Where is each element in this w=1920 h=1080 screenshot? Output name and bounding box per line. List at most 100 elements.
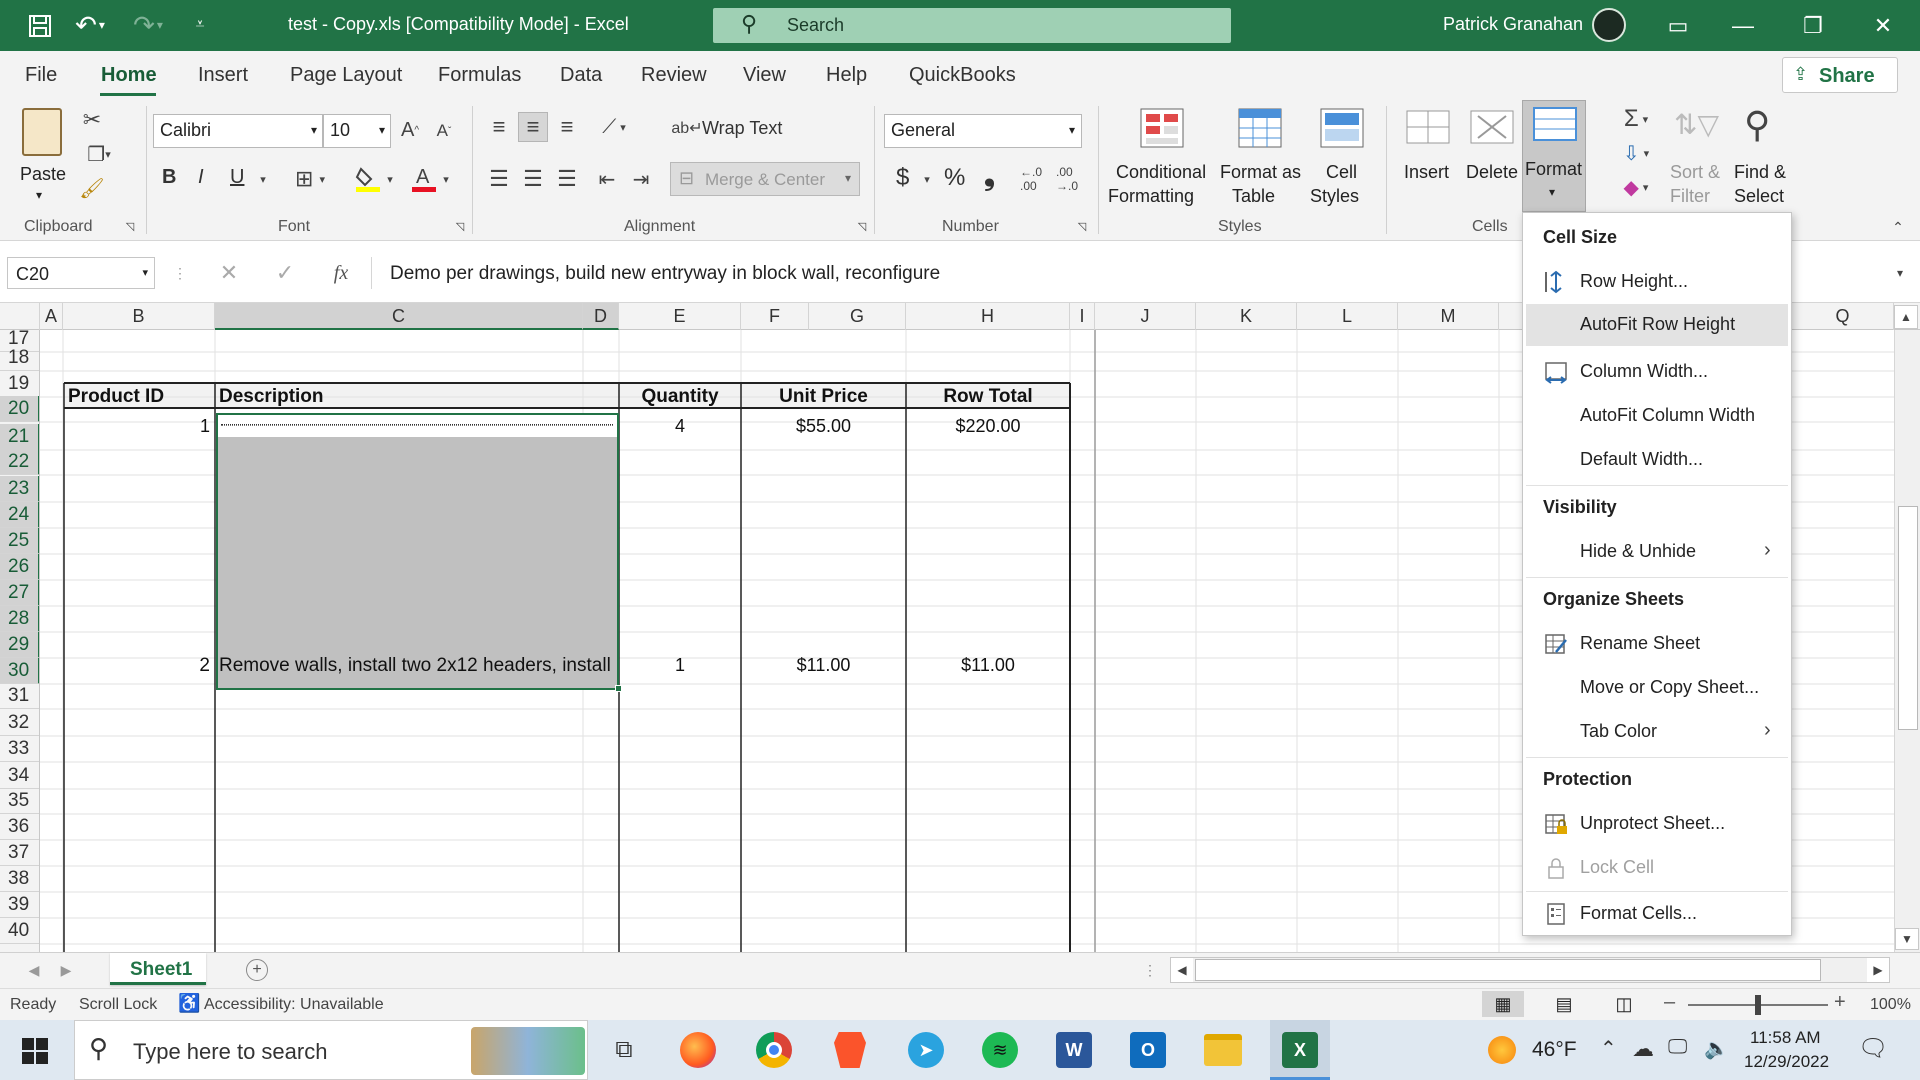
header-unit-price[interactable]: Unit Price — [741, 386, 906, 408]
brave-icon[interactable] — [834, 1032, 866, 1068]
horizontal-scrollbar[interactable]: ◀ ▶ — [1170, 957, 1890, 983]
taskbar-search-box[interactable]: ⚲ Type here to search — [74, 1020, 588, 1080]
column-header-g[interactable]: G — [809, 303, 906, 330]
increase-indent-icon[interactable]: ⇥ — [626, 164, 656, 194]
menu-item-autofit-row-height[interactable]: AutoFit Row Height — [1526, 304, 1788, 346]
header-product-id[interactable]: Product ID — [68, 386, 164, 408]
number-format-select[interactable]: General ▾ — [884, 114, 1082, 148]
paste-button[interactable]: Paste ▾ — [12, 106, 74, 206]
currency-button[interactable]: $ — [896, 164, 909, 192]
fill-color-icon[interactable]: ▾ — [350, 162, 398, 196]
row-header-20[interactable]: 20 — [0, 396, 39, 422]
delete-cells-button[interactable]: Delete — [1460, 104, 1524, 214]
weather-temp[interactable]: 46°F — [1532, 1038, 1577, 1062]
restore-icon[interactable]: ❐ — [1783, 0, 1843, 51]
number-launcher-icon[interactable]: ◹ — [1074, 218, 1090, 234]
row-header-37[interactable]: 37 — [0, 840, 39, 866]
header-description[interactable]: Description — [219, 386, 324, 408]
row-header-18[interactable]: 18 — [0, 345, 39, 371]
column-header-m[interactable]: M — [1398, 303, 1499, 330]
minimize-icon[interactable]: — — [1713, 0, 1773, 51]
increase-font-icon[interactable]: A ^ — [396, 114, 424, 146]
scroll-left-icon[interactable]: ◀ — [1171, 958, 1193, 982]
vertical-scrollbar[interactable]: ▼ — [1894, 330, 1920, 952]
next-sheet-icon[interactable]: ▶ — [56, 959, 76, 981]
search-box[interactable]: ⚲ Search — [713, 8, 1231, 43]
tab-help[interactable]: Help — [826, 64, 867, 87]
menu-item-column-width[interactable]: Column Width... — [1526, 351, 1788, 393]
align-right-icon[interactable]: ☰ — [552, 164, 582, 194]
select-all-corner[interactable] — [0, 303, 40, 330]
row-header-21[interactable]: 21 — [0, 424, 39, 450]
menu-item-rename-sheet[interactable]: Rename Sheet — [1526, 623, 1788, 665]
format-cells-button[interactable]: Format ▾ — [1522, 100, 1586, 212]
menu-item-move-copy-sheet[interactable]: Move or Copy Sheet... — [1526, 667, 1788, 709]
cloud-icon[interactable]: ☁ — [1632, 1036, 1654, 1062]
align-middle-icon[interactable]: ≡ — [518, 112, 548, 142]
zoom-slider[interactable] — [1688, 995, 1828, 1015]
split-handle-icon[interactable]: ⋮ — [1143, 959, 1157, 981]
task-view-icon[interactable]: ⧉ — [606, 1034, 642, 1066]
menu-item-hide-unhide[interactable]: Hide & Unhide › — [1526, 531, 1788, 573]
wrap-text-label[interactable]: Wrap Text — [702, 118, 782, 139]
accessibility-icon[interactable]: ♿ — [178, 993, 200, 1014]
zoom-level[interactable]: 100% — [1870, 996, 1911, 1014]
font-name-select[interactable]: Calibri ▾ — [153, 114, 323, 148]
name-box[interactable]: C20 ▾ — [7, 257, 155, 289]
row-header-36[interactable]: 36 — [0, 814, 39, 840]
table-row-1-unit-price[interactable]: $55.00 — [741, 416, 906, 437]
font-size-select[interactable]: 10 ▾ — [323, 114, 391, 148]
save-icon[interactable] — [26, 12, 54, 40]
clock-date[interactable]: 12/29/2022 — [1744, 1052, 1829, 1072]
firefox-icon[interactable] — [680, 1032, 716, 1068]
word-icon[interactable]: W — [1056, 1032, 1092, 1068]
column-header-c[interactable]: C — [215, 303, 583, 330]
vertical-scroll-thumb[interactable] — [1898, 506, 1918, 730]
prev-sheet-icon[interactable]: ◀ — [24, 959, 44, 981]
insert-cells-button[interactable]: Insert — [1396, 104, 1460, 214]
menu-item-autofit-column-width[interactable]: AutoFit Column Width — [1526, 395, 1788, 437]
find-select-button[interactable]: ⚲ Find & Select — [1728, 104, 1798, 214]
user-name[interactable]: Patrick Granahan — [1443, 14, 1583, 35]
row-header-32[interactable]: 32 — [0, 710, 39, 736]
column-header-j[interactable]: J — [1095, 303, 1196, 330]
column-header-e[interactable]: E — [619, 303, 741, 330]
insert-function-icon[interactable]: fx — [326, 259, 356, 287]
row-header-27[interactable]: 27 — [0, 580, 39, 606]
enter-icon[interactable]: ✓ — [270, 259, 300, 287]
chevron-down-icon[interactable]: ▾ — [256, 168, 270, 190]
excel-taskbar-icon[interactable]: X — [1270, 1020, 1330, 1080]
italic-button[interactable]: I — [198, 166, 204, 189]
copy-icon[interactable]: ❐ ▾ — [78, 140, 120, 168]
zoom-in-icon[interactable]: + — [1834, 991, 1854, 1017]
decrease-indent-icon[interactable]: ⇤ — [592, 164, 622, 194]
wrap-text-icon[interactable]: ab↵ — [671, 114, 702, 142]
share-button[interactable]: ⇪ Share — [1782, 57, 1898, 93]
column-header-i[interactable]: I — [1070, 303, 1095, 330]
column-header-l[interactable]: L — [1297, 303, 1398, 330]
chevron-down-icon[interactable]: ▾ — [920, 168, 934, 190]
tab-file[interactable]: File — [25, 64, 57, 87]
page-break-view-icon[interactable]: ◫ — [1606, 991, 1642, 1017]
fill-icon[interactable]: ⇩ ▾ — [1612, 138, 1660, 168]
clipboard-launcher-icon[interactable]: ◹ — [122, 218, 138, 234]
page-layout-view-icon[interactable]: ▤ — [1546, 991, 1582, 1017]
table-row-2-quantity[interactable]: 1 — [619, 655, 741, 676]
table-row-2-description[interactable]: Remove walls, install two 2x12 headers, … — [219, 655, 619, 677]
row-header-40[interactable]: 40 — [0, 918, 39, 944]
tab-review[interactable]: Review — [641, 64, 707, 87]
table-row-2-id[interactable]: 2 — [64, 655, 214, 677]
tab-view[interactable]: View — [743, 64, 786, 87]
sheet-tab-sheet1[interactable]: Sheet1 — [110, 953, 206, 985]
scroll-right-icon[interactable]: ▶ — [1867, 958, 1889, 982]
column-header-d[interactable]: D — [583, 303, 619, 330]
column-header-a[interactable]: A — [40, 303, 63, 330]
row-header-24[interactable]: 24 — [0, 502, 39, 528]
selected-cell-c20[interactable] — [218, 415, 617, 437]
row-header-34[interactable]: 34 — [0, 763, 39, 789]
menu-item-tab-color[interactable]: Tab Color › — [1526, 711, 1788, 753]
decrease-font-icon[interactable]: Aˇ — [430, 116, 458, 146]
align-top-icon[interactable]: ≡ — [484, 112, 514, 142]
percent-button[interactable]: % — [944, 164, 965, 192]
undo-icon[interactable]: ↶ ▾ — [70, 10, 110, 40]
